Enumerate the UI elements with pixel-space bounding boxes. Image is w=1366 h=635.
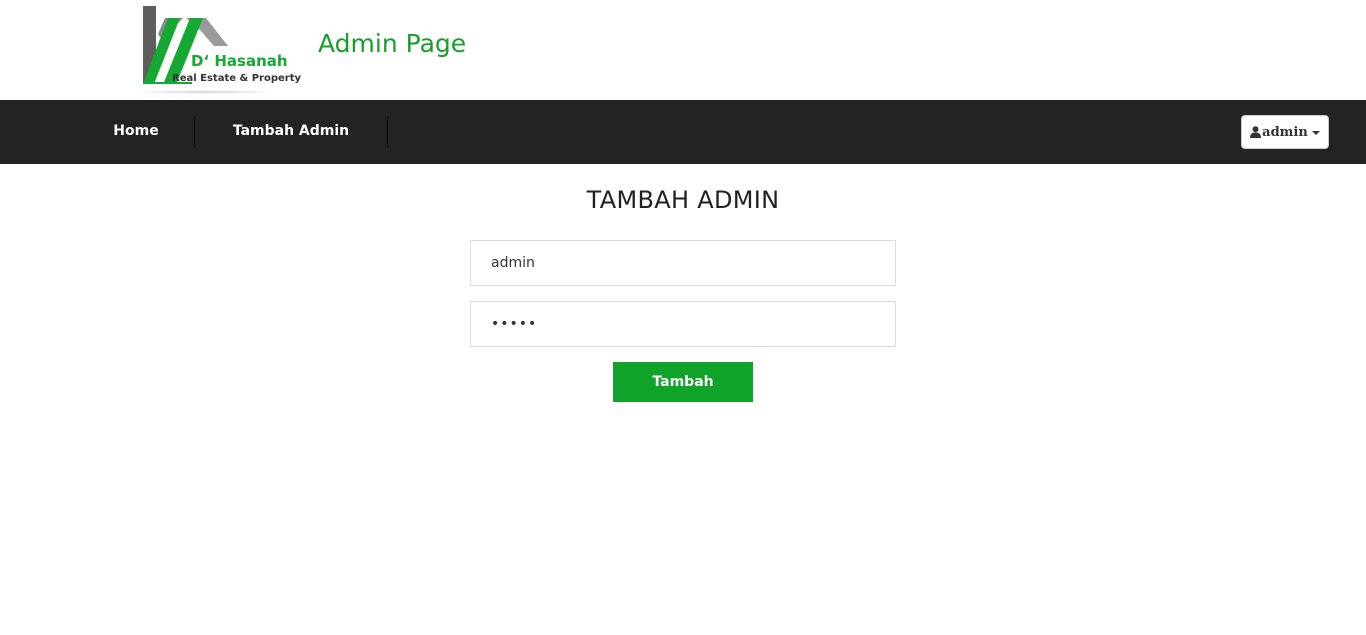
user-menu-button[interactable]: admin [1241,115,1329,149]
nav-item-home[interactable]: Home [78,100,194,164]
user-icon [1250,126,1262,138]
caret-down-icon [1311,131,1320,135]
password-input[interactable] [470,301,896,347]
header: D‘ Hasanah Real Estate & Property Admin … [0,0,1366,100]
logo-tagline: Real Estate & Property [172,73,301,84]
tambah-button[interactable]: Tambah [613,362,753,402]
logo-shadow [130,90,280,94]
nav-item-tambah-admin[interactable]: Tambah Admin [195,100,387,164]
nav-divider [387,116,388,148]
username-input[interactable] [470,240,896,286]
navbar: Home Tambah Admin [0,100,1366,164]
user-menu-label: admin [1262,124,1308,140]
form-heading: TAMBAH ADMIN [586,186,780,214]
logo-brand-text: D‘ Hasanah [191,52,288,70]
page-header-title: Admin Page [318,29,467,58]
